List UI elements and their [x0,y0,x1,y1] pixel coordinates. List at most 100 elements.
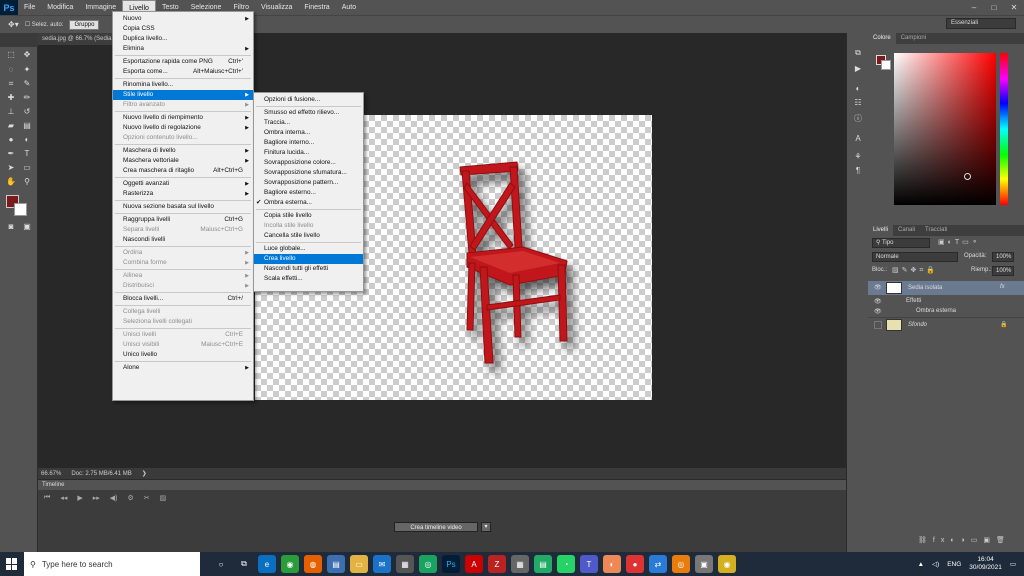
menu-item[interactable]: Nuova sezione basata sul livello [113,202,253,212]
task-view-icon[interactable]: ⧉ [235,555,253,573]
acrobat-icon[interactable]: A [465,555,483,573]
layer-filter-dropdown[interactable]: ⚲ Tipo [872,238,930,248]
menu-item[interactable]: Scala effetti... [254,274,363,284]
layer-name[interactable]: Sfondo [908,322,927,328]
chrome-icon[interactable]: ◉ [281,555,299,573]
screen-mode-icon[interactable]: ▣ [20,221,34,233]
menu-item[interactable]: Duplica livello... [113,34,253,44]
menu-item[interactable]: Crea maschera di ritaglio Alt+Ctrl+G [113,166,253,176]
magic-wand-icon[interactable]: ✦ [20,64,34,76]
menu-item[interactable]: Opzioni di fusione... [254,95,363,105]
tab-colore[interactable]: Colore [868,33,896,44]
status-arrow-icon[interactable]: ❯ [142,470,147,477]
properties-panel-icon[interactable]: ☷ [851,97,865,109]
tab-tracciati[interactable]: Tracciati [920,225,952,236]
teamviewer-icon[interactable]: ⇄ [649,555,667,573]
menu-item[interactable]: Oggetti avanzati ▶ [113,179,253,189]
cortana-icon[interactable]: ○ [212,555,230,573]
next-frame-icon[interactable]: ▸▸ [93,494,100,502]
pen-tool-icon[interactable]: ✒ [4,148,18,160]
history-panel-icon[interactable]: ⧉ [851,47,865,59]
start-windows-icon[interactable] [6,558,18,570]
opacity-field[interactable]: 100% [992,252,1014,262]
tab-canali[interactable]: Canali [893,225,920,236]
file-explorer-icon[interactable]: ▭ [350,555,368,573]
taskbar-search[interactable]: ⚲ Type here to search [24,552,200,576]
zoom-tool-icon[interactable]: ⚲ [20,176,34,188]
path-selection-icon[interactable]: ➤ [4,162,18,174]
network-icon[interactable]: ▲ [918,561,924,568]
audio-icon[interactable]: ◀) [110,494,118,502]
info-panel-icon[interactable]: ⓘ [851,113,865,125]
menu-item[interactable]: Esportazione rapida come PNG Ctrl+' [113,57,253,67]
notepad-icon[interactable]: ▤ [534,555,552,573]
menu-item[interactable]: Copia CSS [113,24,253,34]
menu-auto[interactable]: Auto [336,0,362,15]
move-tool-icon[interactable]: ✥▾ [8,20,19,29]
menu-item[interactable]: Blocca livelli... Ctrl+/ [113,294,253,304]
menu-item[interactable]: Maschera di livello ▶ [113,146,253,156]
menu-item[interactable]: Copia stile livello [254,211,363,221]
menu-item[interactable]: Stile livello ▶ [113,90,253,100]
fx-icon[interactable]: fx [1000,284,1005,290]
layer-name[interactable]: Sedia isolata [908,285,942,291]
menu-visualizza[interactable]: Visualizza [255,0,298,15]
menu-item[interactable]: Crea livello [254,254,363,264]
eyedropper-icon[interactable]: ✎ [20,78,34,90]
fill-field[interactable]: 100% [992,266,1014,276]
firefox-icon[interactable]: ◍ [304,555,322,573]
menu-item[interactable]: Luce globale... [254,244,363,254]
lock-icons[interactable]: ▨✎✥⌗🔒 [892,266,938,275]
menu-item[interactable]: Esporta come... Alt+Maiusc+Ctrl+' [113,67,253,77]
menu-item[interactable]: Maschera vettoriale ▶ [113,156,253,166]
paint-icon[interactable]: ◐ [603,555,621,573]
red-app-icon[interactable]: ● [626,555,644,573]
app-icon[interactable]: ▤ [327,555,345,573]
effects-row[interactable]: 👁 Effetti [868,296,1024,306]
menu-item[interactable]: Sovrapposizione pattern... [254,178,363,188]
menu-item[interactable]: Rinomina livello... [113,80,253,90]
prev-frame-icon[interactable]: ◂◂ [60,494,67,502]
layer-row-sfondo[interactable]: Sfondo 🔒 [868,317,1024,331]
keyboard-language[interactable]: ENG [947,561,961,568]
app2-icon[interactable]: ▣ [695,555,713,573]
whatsapp-icon[interactable]: ◔ [557,555,575,573]
volume-icon[interactable]: ◁) [932,560,939,568]
filter-icons[interactable]: ▣◐T▭⚬ [938,238,981,246]
transition-icon[interactable]: ▨ [160,494,167,502]
auto-select-target-dropdown[interactable]: Gruppo [69,19,100,30]
minimize-icon[interactable]: – [964,0,984,15]
menu-item[interactable]: Ombra interna... [254,128,363,138]
panel-background-swatch[interactable] [881,60,891,70]
quick-mask-icon[interactable]: ◙ [4,221,18,233]
menu-item[interactable]: Nascondi livelli [113,235,253,245]
calculator-icon[interactable]: ▦ [511,555,529,573]
layers-footer-icons[interactable]: ⛓fx◐◑▭▣🗑 [918,536,1011,544]
menu-item[interactable]: Traccia... [254,118,363,128]
photoshop-taskbar-icon[interactable]: Ps [442,555,460,573]
visibility-toggle[interactable] [874,321,882,329]
move-tool-icon[interactable]: ✥ [20,49,34,61]
drop-shadow-row[interactable]: 👁 Ombra esterna [868,306,1024,316]
split-icon[interactable]: ✂ [144,494,150,502]
menu-item[interactable]: Alone ▶ [113,363,253,373]
menu-file[interactable]: File [18,0,41,15]
clock[interactable]: 16:04 30/09/2021 [969,556,1002,572]
clone-stamp-icon[interactable]: ⊥ [4,106,18,118]
timeline-mode-dropdown-icon[interactable]: ▾ [481,522,491,532]
menu-item[interactable]: Ombra esterna... ✔ [254,198,363,208]
background-color-swatch[interactable] [14,203,27,216]
tab-livelli[interactable]: Livelli [868,225,894,236]
menu-item[interactable]: Unico livello [113,350,253,360]
rectangle-tool-icon[interactable]: ▭ [20,162,34,174]
teams-icon[interactable]: T [580,555,598,573]
layer-row-sedia[interactable]: 👁 Sedia isolata fx [868,281,1024,295]
type-tool-icon[interactable]: T [20,148,34,160]
menu-item[interactable]: Nuovo livello di regolazione ▶ [113,123,253,133]
workspace-dropdown[interactable]: Essenziali [946,18,1016,29]
color-picker-cursor[interactable] [964,173,971,180]
hand-tool-icon[interactable]: ✋ [4,176,18,188]
menu-finestra[interactable]: Finestra [298,0,335,15]
edge-icon[interactable]: e [258,555,276,573]
menu-item[interactable]: Elimina ▶ [113,44,253,54]
